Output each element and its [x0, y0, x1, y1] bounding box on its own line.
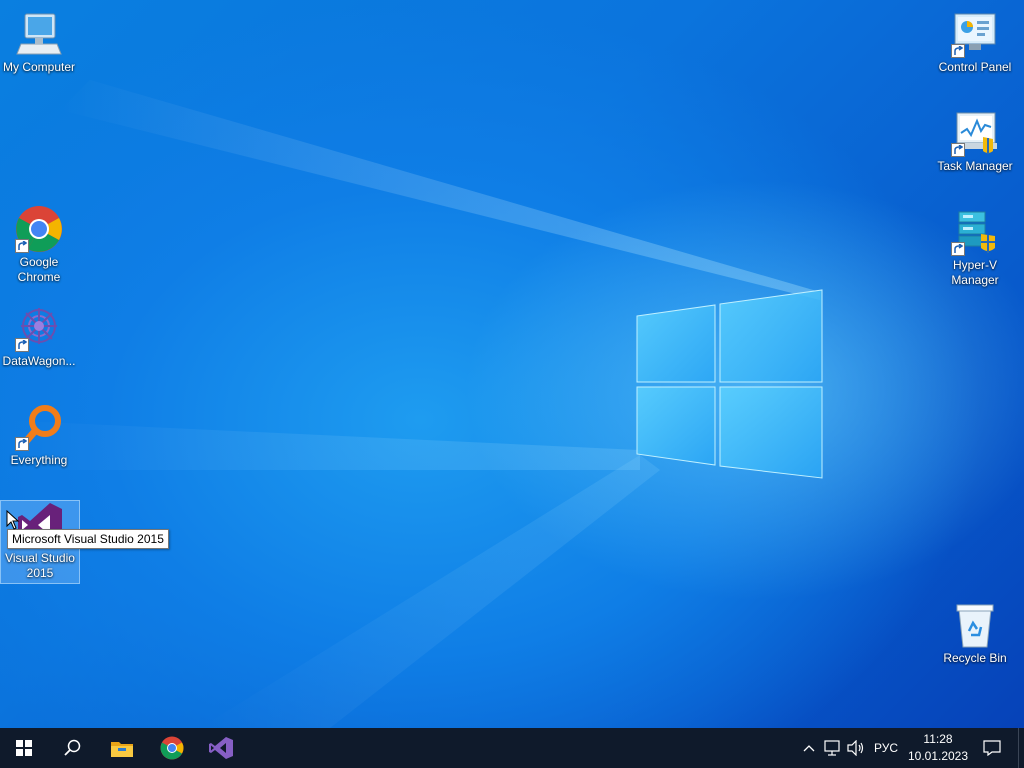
- speaker-icon: [847, 740, 864, 756]
- clock-time: 11:28: [923, 732, 953, 746]
- desktop-icon-label: Control Panel: [938, 60, 1012, 74]
- desktop-icon-label: Hyper-V Manager: [951, 258, 999, 287]
- shortcut-arrow-icon: [15, 239, 29, 253]
- taskbar: РУС 11:28 10.01.2023: [0, 728, 1024, 768]
- desktop-icon-label: DataWagon...: [2, 354, 76, 368]
- network-icon: [824, 740, 840, 756]
- mouse-cursor-icon: [6, 510, 20, 530]
- chevron-up-icon: [803, 745, 815, 752]
- everything-search-icon: [15, 403, 63, 451]
- desktop-icon-recycle-bin[interactable]: Recycle Bin: [936, 601, 1014, 666]
- input-language-indicator[interactable]: РУС: [870, 728, 902, 768]
- shortcut-arrow-icon: [951, 143, 965, 157]
- visual-studio-icon: [209, 737, 233, 759]
- shortcut-arrow-icon: [951, 242, 965, 256]
- desktop-icon-label: Google Chrome: [17, 255, 61, 284]
- desktop-icon-label: Task Manager: [937, 159, 1013, 173]
- notification-icon: [983, 740, 1001, 756]
- desktop-icon-hyper-v-manager[interactable]: Hyper-V Manager: [936, 208, 1014, 288]
- search-icon: [64, 739, 81, 756]
- computer-icon: [15, 10, 63, 58]
- shortcut-arrow-icon: [15, 437, 29, 451]
- desktop[interactable]: My Computer Google Chrome DataWagon... E…: [0, 0, 1024, 728]
- start-button[interactable]: [0, 728, 48, 768]
- network-status-button[interactable]: [822, 728, 844, 768]
- desktop-icon-datawagon[interactable]: DataWagon...: [0, 304, 78, 369]
- desktop-icon-label: Everything: [10, 453, 68, 467]
- shortcut-arrow-icon: [15, 338, 29, 352]
- taskbar-visual-studio[interactable]: [197, 728, 245, 768]
- desktop-icon-google-chrome[interactable]: Google Chrome: [0, 205, 78, 285]
- chrome-icon: [160, 736, 184, 760]
- file-explorer-icon: [111, 742, 133, 757]
- clock-date: 10.01.2023: [907, 749, 969, 763]
- wallpaper-light-beams: [0, 80, 820, 728]
- taskbar-chrome[interactable]: [148, 728, 196, 768]
- desktop-icon-control-panel[interactable]: Control Panel: [936, 10, 1014, 75]
- datawagon-icon: [15, 304, 63, 352]
- hyper-v-icon: [951, 208, 999, 256]
- recycle-bin-icon: [951, 601, 999, 649]
- control-panel-icon: [951, 10, 999, 58]
- chrome-icon: [15, 205, 63, 253]
- desktop-icon-label: My Computer: [2, 60, 76, 74]
- clock[interactable]: 11:28 10.01.2023: [905, 731, 971, 765]
- show-desktop-button[interactable]: [1018, 728, 1024, 768]
- desktop-icon-my-computer[interactable]: My Computer: [0, 10, 78, 75]
- search-button[interactable]: [48, 728, 96, 768]
- action-center-button[interactable]: [978, 728, 1006, 768]
- desktop-icon-label: Recycle Bin: [943, 651, 1007, 665]
- desktop-icon-everything[interactable]: Everything: [0, 403, 78, 468]
- volume-button[interactable]: [845, 728, 867, 768]
- task-manager-icon: [951, 109, 999, 157]
- desktop-icon-task-manager[interactable]: Task Manager: [936, 109, 1014, 174]
- desktop-icon-label: Visual Studio 2015: [5, 551, 75, 580]
- windows-logo-wallpaper: [636, 289, 823, 479]
- tooltip: Microsoft Visual Studio 2015: [7, 529, 169, 549]
- start-icon: [16, 740, 32, 756]
- taskbar-file-explorer[interactable]: [98, 728, 146, 768]
- shortcut-arrow-icon: [951, 44, 965, 58]
- show-hidden-icons-button[interactable]: [800, 728, 818, 768]
